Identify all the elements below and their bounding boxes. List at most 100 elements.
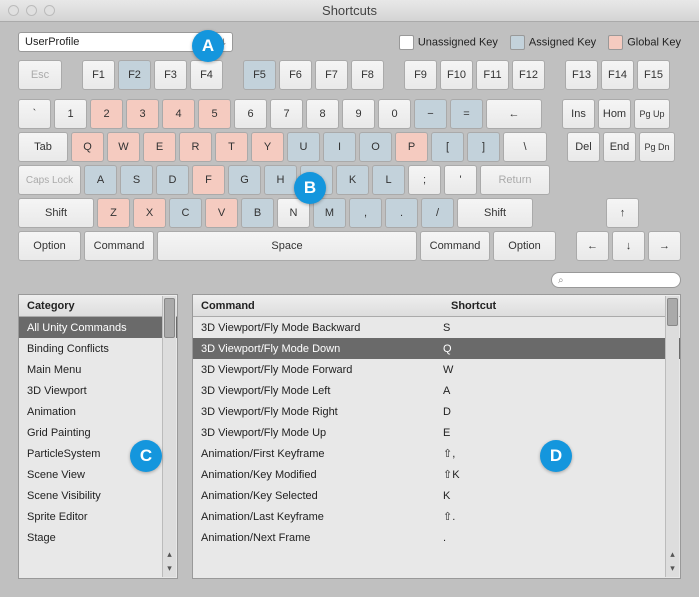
key-q[interactable]: Q	[71, 132, 104, 162]
key-6[interactable]: 6	[234, 99, 267, 129]
key-slash[interactable]: /	[421, 198, 454, 228]
key-roption[interactable]: Option	[493, 231, 556, 261]
key-f5[interactable]: F5	[243, 60, 276, 90]
category-item[interactable]: All Unity Commands	[19, 317, 177, 338]
command-row[interactable]: 3D Viewport/Fly Mode DownQ	[193, 338, 680, 359]
key-9[interactable]: 9	[342, 99, 375, 129]
key-equals[interactable]: =	[450, 99, 483, 129]
key-b[interactable]: B	[241, 198, 274, 228]
command-row[interactable]: 3D Viewport/Fly Mode UpE	[193, 422, 680, 443]
category-item[interactable]: Sprite Editor	[19, 506, 177, 527]
category-item[interactable]: Binding Conflicts	[19, 338, 177, 359]
key-f9[interactable]: F9	[404, 60, 437, 90]
key-7[interactable]: 7	[270, 99, 303, 129]
key-quote[interactable]: '	[444, 165, 477, 195]
command-row[interactable]: 3D Viewport/Fly Mode BackwardS	[193, 317, 680, 338]
key-g[interactable]: G	[228, 165, 261, 195]
key-lshift[interactable]: Shift	[18, 198, 94, 228]
key-f11[interactable]: F11	[476, 60, 509, 90]
key-f10[interactable]: F10	[440, 60, 473, 90]
close-icon[interactable]	[8, 5, 19, 16]
key-left[interactable]: ←	[576, 231, 609, 261]
key-i[interactable]: I	[323, 132, 356, 162]
key-right[interactable]: →	[648, 231, 681, 261]
command-scrollbar[interactable]: ▴ ▾	[665, 296, 679, 577]
category-scrollbar[interactable]: ▴ ▾	[162, 296, 176, 577]
key-lcommand[interactable]: Command	[84, 231, 154, 261]
key-lbracket[interactable]: [	[431, 132, 464, 162]
key-f[interactable]: F	[192, 165, 225, 195]
command-row[interactable]: 3D Viewport/Fly Mode RightD	[193, 401, 680, 422]
key-up[interactable]: ↑	[606, 198, 639, 228]
key-f4[interactable]: F4	[190, 60, 223, 90]
key-esc[interactable]: Esc	[18, 60, 62, 90]
scroll-down-icon[interactable]: ▾	[163, 563, 176, 577]
key-c[interactable]: C	[169, 198, 202, 228]
key-end[interactable]: End	[603, 132, 636, 162]
key-v[interactable]: V	[205, 198, 238, 228]
zoom-icon[interactable]	[44, 5, 55, 16]
key-loption[interactable]: Option	[18, 231, 81, 261]
key-rshift[interactable]: Shift	[457, 198, 533, 228]
key-1[interactable]: 1	[54, 99, 87, 129]
scroll-up-icon[interactable]: ▴	[163, 549, 176, 563]
key-f6[interactable]: F6	[279, 60, 312, 90]
key-t[interactable]: T	[215, 132, 248, 162]
key-return[interactable]: Return	[480, 165, 550, 195]
command-row[interactable]: Animation/Key SelectedK	[193, 485, 680, 506]
key-3[interactable]: 3	[126, 99, 159, 129]
key-l[interactable]: L	[372, 165, 405, 195]
category-item[interactable]: Main Menu	[19, 359, 177, 380]
command-row[interactable]: Animation/Next Frame.	[193, 527, 680, 548]
key-del[interactable]: Del	[567, 132, 600, 162]
key-comma[interactable]: ,	[349, 198, 382, 228]
key-r[interactable]: R	[179, 132, 212, 162]
key-0[interactable]: 0	[378, 99, 411, 129]
key-ins[interactable]: Ins	[562, 99, 595, 129]
key-period[interactable]: .	[385, 198, 418, 228]
key-down[interactable]: ↓	[612, 231, 645, 261]
search-input[interactable]: ⌕	[551, 272, 681, 288]
category-item[interactable]: Grid Painting	[19, 422, 177, 443]
category-item[interactable]: Scene Visibility	[19, 485, 177, 506]
scroll-down-icon[interactable]: ▾	[666, 563, 679, 577]
key-u[interactable]: U	[287, 132, 320, 162]
category-item[interactable]: 3D Viewport	[19, 380, 177, 401]
scroll-up-icon[interactable]: ▴	[666, 549, 679, 563]
key-8[interactable]: 8	[306, 99, 339, 129]
key-e[interactable]: E	[143, 132, 176, 162]
key-backtick[interactable]: `	[18, 99, 51, 129]
key-k[interactable]: K	[336, 165, 369, 195]
key-a[interactable]: A	[84, 165, 117, 195]
key-tab[interactable]: Tab	[18, 132, 68, 162]
key-f3[interactable]: F3	[154, 60, 187, 90]
key-p[interactable]: P	[395, 132, 428, 162]
key-o[interactable]: O	[359, 132, 392, 162]
key-f14[interactable]: F14	[601, 60, 634, 90]
scrollbar-thumb[interactable]	[164, 298, 175, 338]
key-backspace[interactable]: ←	[486, 99, 542, 129]
key-f2[interactable]: F2	[118, 60, 151, 90]
key-f12[interactable]: F12	[512, 60, 545, 90]
command-row[interactable]: 3D Viewport/Fly Mode ForwardW	[193, 359, 680, 380]
key-d[interactable]: D	[156, 165, 189, 195]
key-f15[interactable]: F15	[637, 60, 670, 90]
key-f7[interactable]: F7	[315, 60, 348, 90]
key-rcommand[interactable]: Command	[420, 231, 490, 261]
key-y[interactable]: Y	[251, 132, 284, 162]
command-row[interactable]: Animation/Last Keyframe⇧.	[193, 506, 680, 527]
key-2[interactable]: 2	[90, 99, 123, 129]
key-f1[interactable]: F1	[82, 60, 115, 90]
key-f13[interactable]: F13	[565, 60, 598, 90]
category-item[interactable]: Stage	[19, 527, 177, 548]
key-x[interactable]: X	[133, 198, 166, 228]
key-w[interactable]: W	[107, 132, 140, 162]
key-backslash[interactable]: \	[503, 132, 547, 162]
key-space[interactable]: Space	[157, 231, 417, 261]
command-row[interactable]: 3D Viewport/Fly Mode LeftA	[193, 380, 680, 401]
key-capslock[interactable]: Caps Lock	[18, 165, 81, 195]
key-pgdn[interactable]: Pg Dn	[639, 132, 675, 162]
key-s[interactable]: S	[120, 165, 153, 195]
key-minus[interactable]: −	[414, 99, 447, 129]
key-rbracket[interactable]: ]	[467, 132, 500, 162]
